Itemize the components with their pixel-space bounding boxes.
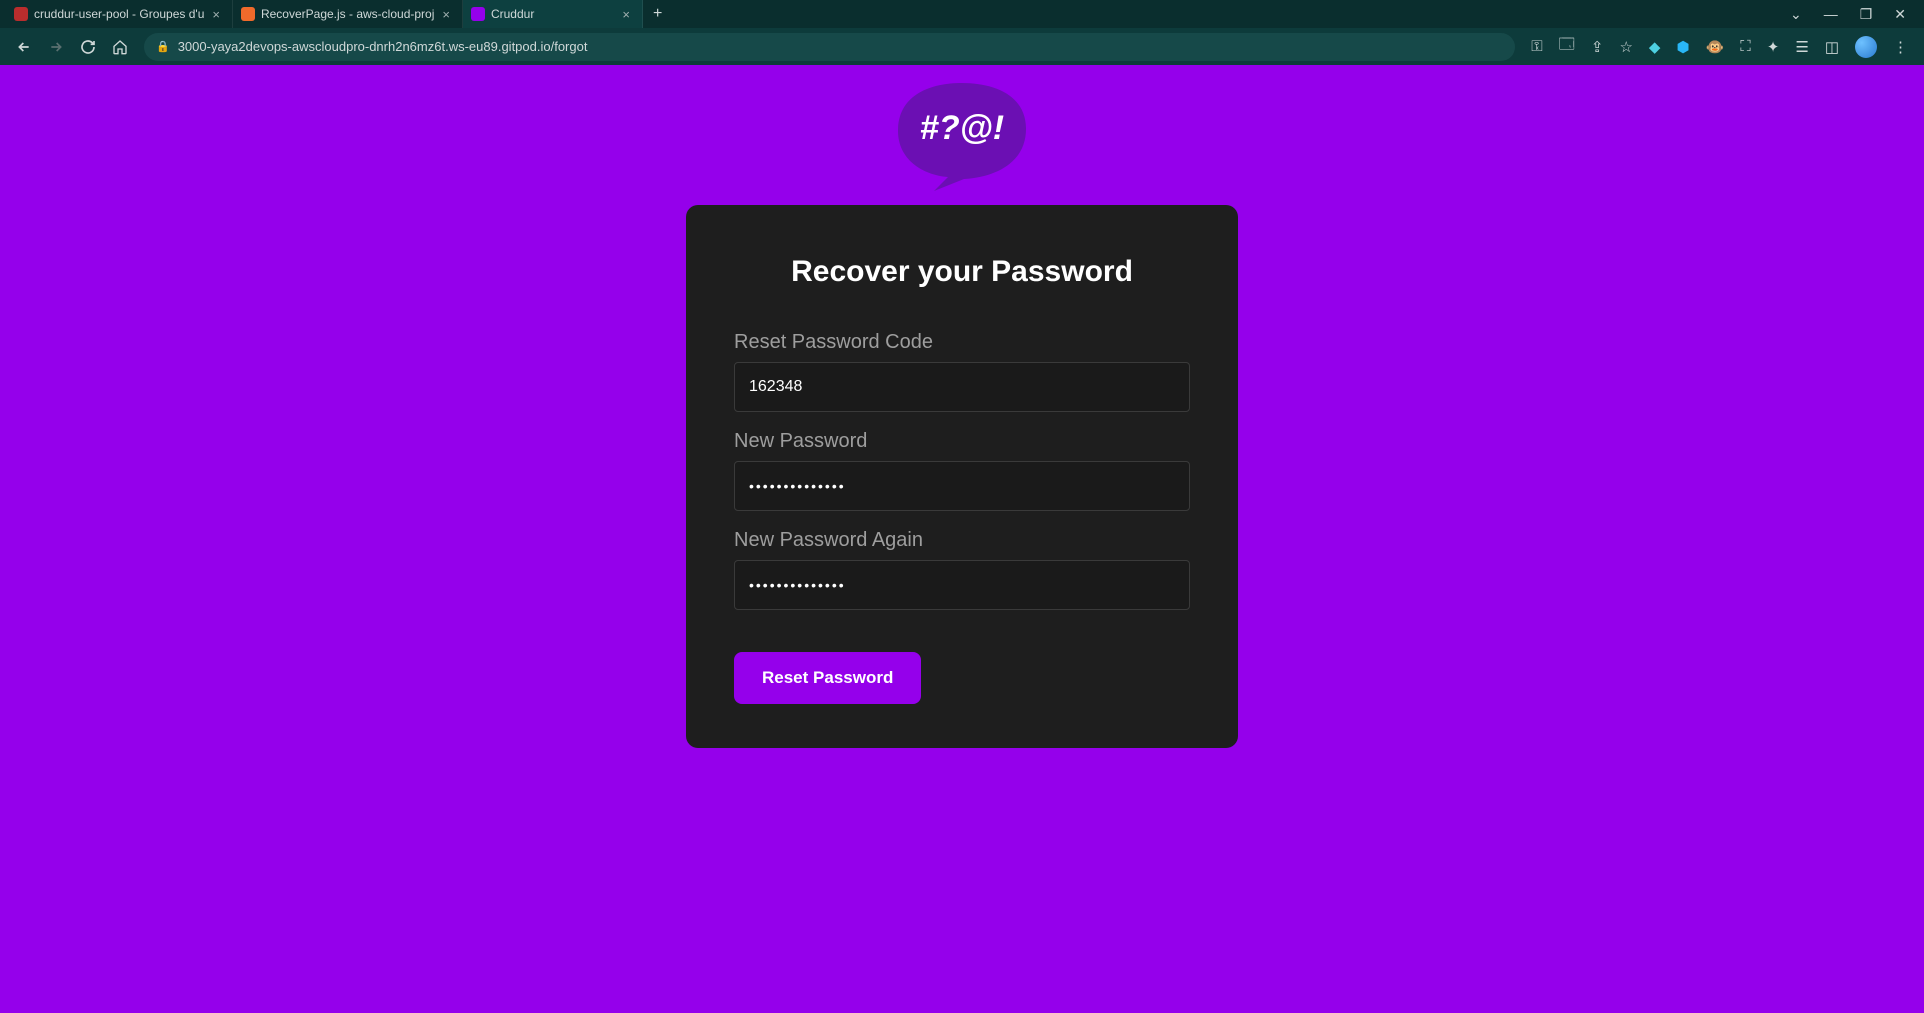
kebab-menu-icon[interactable]: ⋮: [1893, 38, 1908, 56]
favicon-gitpod: [241, 7, 255, 21]
ext-icon-3[interactable]: 🐵: [1706, 38, 1725, 56]
new-password-label: New Password: [734, 430, 1190, 453]
reset-password-button[interactable]: Reset Password: [734, 652, 921, 704]
lock-icon: 🔒: [156, 40, 170, 53]
svg-text:#?@!: #?@!: [920, 109, 1004, 147]
window-controls: ⌄ ― ❐ ✕: [1790, 6, 1924, 23]
close-window-icon[interactable]: ✕: [1894, 6, 1906, 23]
tab-cruddur[interactable]: Cruddur ×: [463, 0, 643, 28]
close-icon[interactable]: ×: [440, 7, 452, 22]
back-button[interactable]: [10, 33, 38, 61]
address-bar: 🔒 3000-yaya2devops-awscloudpro-dnrh2n6mz…: [0, 28, 1924, 65]
translate-icon[interactable]: 🗔: [1559, 34, 1575, 59]
ext-icon-1[interactable]: ◆: [1649, 38, 1661, 56]
reset-code-input[interactable]: [734, 362, 1190, 412]
chevron-down-icon[interactable]: ⌄: [1790, 6, 1802, 23]
reload-button[interactable]: [74, 33, 102, 61]
tab-title: RecoverPage.js - aws-cloud-proj: [261, 7, 434, 21]
ext-icon-2[interactable]: ⬢: [1676, 38, 1689, 56]
tab-gitpod[interactable]: RecoverPage.js - aws-cloud-proj ×: [233, 0, 463, 28]
url-text: 3000-yaya2devops-awscloudpro-dnrh2n6mz6t…: [178, 39, 588, 54]
favicon-cruddur: [471, 7, 485, 21]
new-password-again-label: New Password Again: [734, 529, 1190, 552]
profile-avatar[interactable]: [1855, 36, 1877, 58]
close-icon[interactable]: ×: [620, 7, 632, 22]
bookmark-icon[interactable]: ☆: [1619, 38, 1632, 56]
cruddur-logo: #?@!: [892, 77, 1032, 195]
crop-icon[interactable]: ⛶: [1740, 38, 1751, 55]
forward-button[interactable]: [42, 33, 70, 61]
puzzle-icon[interactable]: ✦: [1767, 38, 1780, 56]
field-reset-code: Reset Password Code: [734, 331, 1190, 412]
reset-code-label: Reset Password Code: [734, 331, 1190, 354]
page-content: #?@! Recover your Password Reset Passwor…: [0, 65, 1924, 1013]
home-button[interactable]: [106, 33, 134, 61]
field-new-password-again: New Password Again: [734, 529, 1190, 610]
tab-aws[interactable]: cruddur-user-pool - Groupes d'u ×: [6, 0, 233, 28]
favicon-aws: [14, 7, 28, 21]
new-password-again-input[interactable]: [734, 560, 1190, 610]
field-new-password: New Password: [734, 430, 1190, 511]
close-icon[interactable]: ×: [210, 7, 222, 22]
key-icon[interactable]: ⚿: [1531, 38, 1542, 55]
share-icon[interactable]: ⇪: [1591, 38, 1604, 56]
card-heading: Recover your Password: [734, 255, 1190, 289]
recover-password-card: Recover your Password Reset Password Cod…: [686, 205, 1238, 748]
new-tab-button[interactable]: +: [643, 5, 672, 23]
tab-bar: cruddur-user-pool - Groupes d'u × Recove…: [0, 0, 1924, 28]
maximize-icon[interactable]: ❐: [1860, 6, 1873, 23]
new-password-input[interactable]: [734, 461, 1190, 511]
tab-title: Cruddur: [491, 7, 614, 21]
reading-list-icon[interactable]: ☰: [1795, 38, 1808, 56]
toolbar-icons: ⚿ 🗔 ⇪ ☆ ◆ ⬢ 🐵 ⛶ ✦ ☰ ◫ ⋮: [1525, 34, 1914, 59]
browser-chrome: cruddur-user-pool - Groupes d'u × Recove…: [0, 0, 1924, 65]
tab-title: cruddur-user-pool - Groupes d'u: [34, 7, 204, 21]
url-input[interactable]: 🔒 3000-yaya2devops-awscloudpro-dnrh2n6mz…: [144, 33, 1515, 61]
side-panel-icon[interactable]: ◫: [1825, 38, 1839, 56]
minimize-icon[interactable]: ―: [1824, 6, 1838, 22]
